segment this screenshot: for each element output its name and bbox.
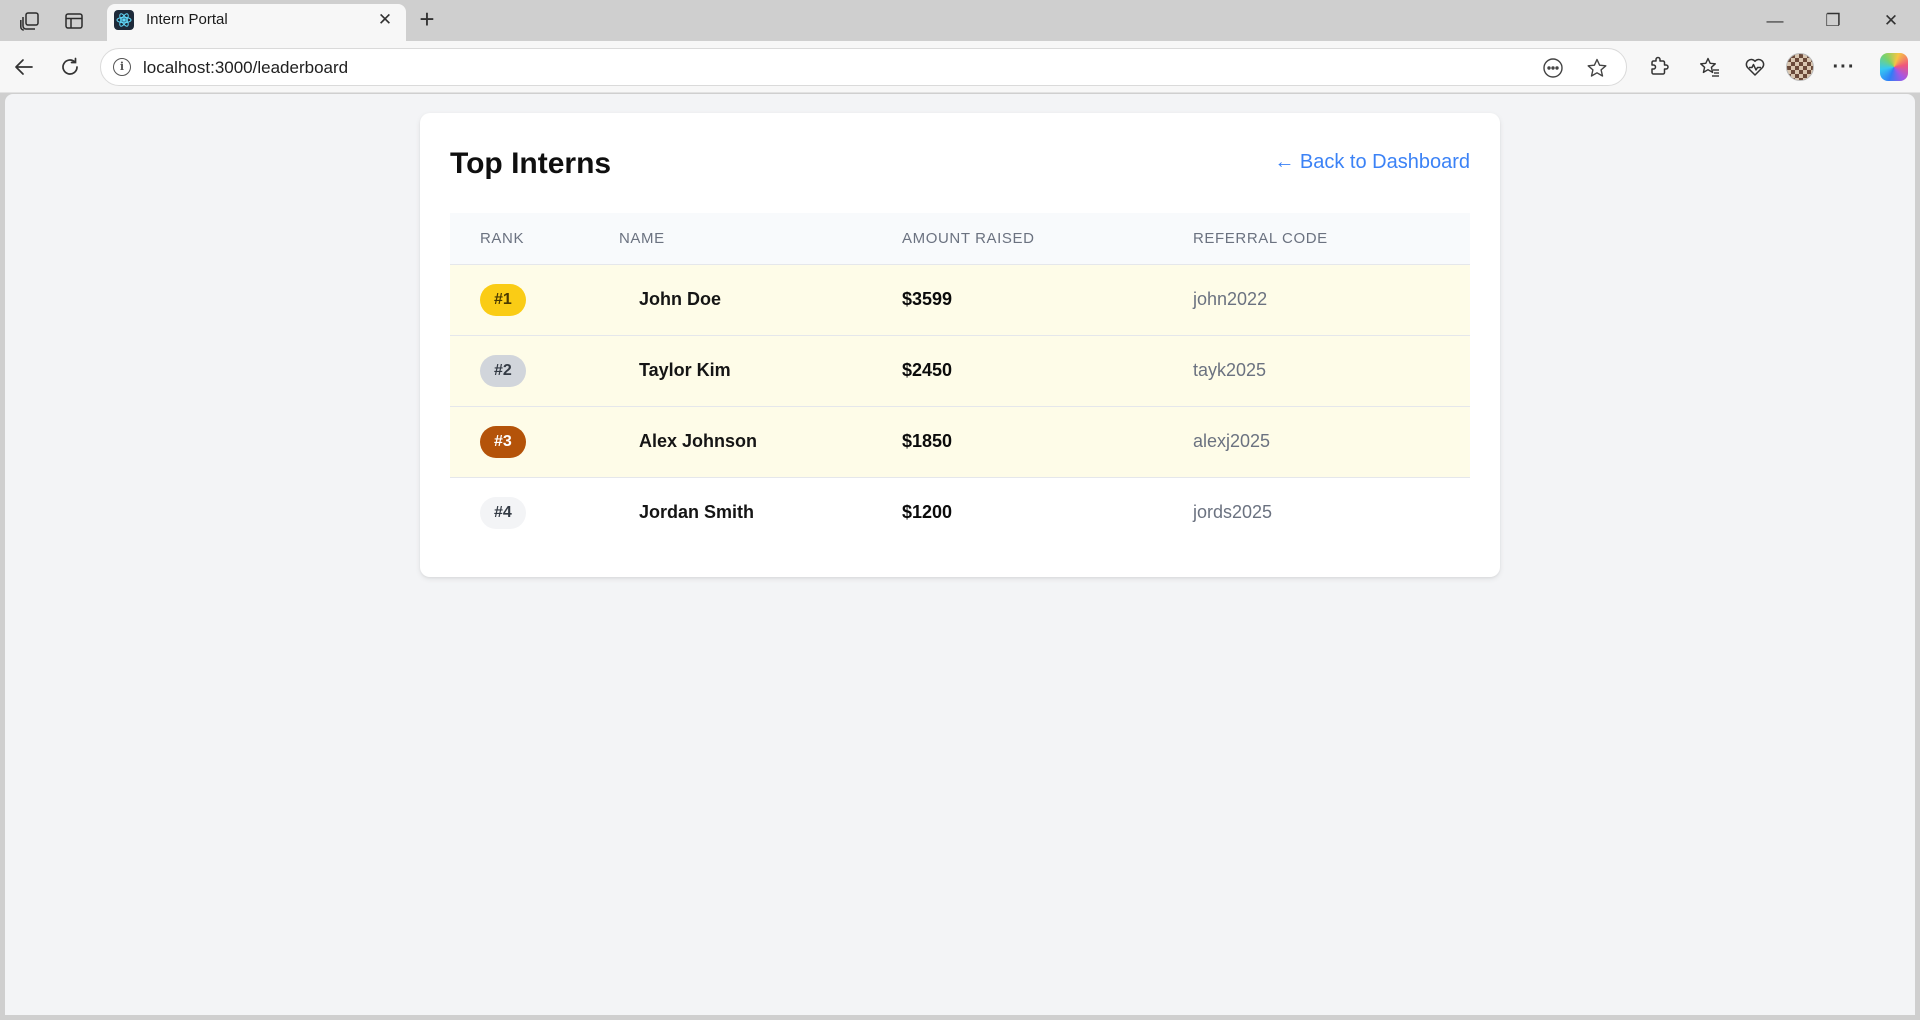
rank-badge: #2 (480, 354, 526, 387)
header-referral-code[interactable]: Referral Code (1193, 213, 1470, 264)
amount-raised: $1200 (902, 502, 953, 523)
address-bar[interactable]: i localhost:3000/leaderboard (100, 48, 1627, 86)
amount-raised: $1850 (902, 431, 953, 451)
favorites-icon[interactable] (1696, 53, 1724, 81)
favorite-star-icon[interactable] (1585, 56, 1609, 80)
referral-code: jords2025 (1193, 502, 1273, 523)
intern-name: Jordan Smith (639, 502, 755, 523)
back-to-dashboard-link[interactable]: ← Back to Dashboard (1274, 151, 1470, 174)
tab-strip: Intern Portal ✕ + — ❐ ✕ (0, 0, 1920, 41)
extensions-icon[interactable] (1645, 53, 1673, 81)
leaderboard-card: Top Interns ← Back to Dashboard Rank Nam… (420, 113, 1500, 577)
page-title: Top Interns (450, 147, 612, 180)
header-rank[interactable]: Rank (450, 213, 619, 264)
header-name[interactable]: Name (619, 213, 902, 264)
table-row[interactable]: #3 Alex Johnson $1850 alexj2025 (450, 406, 1470, 477)
table-row[interactable]: #2 Taylor Kim $2450 tayk2025 (450, 335, 1470, 406)
refresh-icon[interactable] (56, 53, 84, 81)
tab-title[interactable]: Intern Portal (146, 11, 228, 28)
table-row[interactable]: #1 John Doe $3599 john2022 (450, 264, 1470, 335)
react-favicon-icon (114, 10, 134, 30)
rank-badge: #4 (480, 496, 526, 529)
restore-button[interactable]: ❐ (1816, 8, 1850, 34)
workspaces-icon[interactable] (17, 8, 43, 34)
reading-mode-icon[interactable] (1541, 56, 1565, 80)
referral-code: john2022 (1193, 289, 1268, 309)
browser-toolbar: i localhost:3000/leaderboard ··· (0, 41, 1920, 93)
profile-avatar[interactable] (1786, 53, 1814, 81)
table-row[interactable]: #4 Jordan Smith $1200 jords2025 (450, 477, 1470, 548)
leaderboard-table: Rank Name Amount Raised Referral Code #1… (450, 213, 1470, 548)
copilot-icon[interactable] (1880, 53, 1908, 81)
url-text[interactable]: localhost:3000/leaderboard (143, 58, 348, 78)
vertical-tabs-icon[interactable] (61, 8, 87, 34)
rank-badge: #1 (480, 283, 526, 316)
minimize-button[interactable]: — (1758, 8, 1792, 34)
page-viewport: Top Interns ← Back to Dashboard Rank Nam… (5, 94, 1915, 1015)
more-icon[interactable]: ··· (1830, 53, 1858, 81)
intern-name: Taylor Kim (639, 360, 731, 380)
new-tab-button[interactable]: + (414, 6, 440, 33)
rank-badge: #3 (480, 425, 526, 458)
amount-raised: $2450 (902, 360, 953, 380)
table-header-row: Rank Name Amount Raised Referral Code (450, 213, 1470, 264)
referral-code: alexj2025 (1193, 431, 1271, 451)
referral-code: tayk2025 (1193, 360, 1267, 380)
header-amount-raised[interactable]: Amount Raised (902, 213, 1193, 264)
tab-close-icon[interactable]: ✕ (375, 10, 395, 30)
info-icon[interactable]: i (113, 58, 131, 76)
intern-name: John Doe (639, 289, 722, 309)
browser-essentials-icon[interactable] (1741, 53, 1769, 81)
intern-name: Alex Johnson (639, 431, 758, 451)
close-window-button[interactable]: ✕ (1874, 8, 1908, 34)
back-icon[interactable] (10, 53, 38, 81)
amount-raised: $3599 (902, 289, 953, 309)
